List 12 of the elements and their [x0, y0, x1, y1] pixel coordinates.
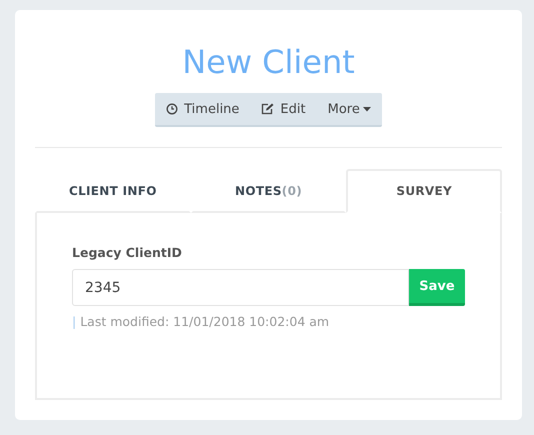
tab[interactable]: SURVEY: [346, 169, 502, 213]
action-button[interactable]: More: [316, 93, 382, 125]
input-field[interactable]: 2345: [72, 269, 409, 306]
edit-icon: [261, 103, 274, 115]
field-label: Legacy ClientID: [72, 245, 183, 260]
action-button[interactable]: Edit: [250, 93, 317, 125]
clock-icon: [166, 103, 178, 115]
action-button[interactable]: Timeline: [155, 93, 250, 125]
last-modified-text: Last modified: 11/01/2018 10:02:04 am: [80, 314, 330, 329]
caret-icon: [362, 106, 371, 112]
page-title: New Client: [182, 42, 355, 83]
separator-mark: |: [72, 314, 76, 329]
